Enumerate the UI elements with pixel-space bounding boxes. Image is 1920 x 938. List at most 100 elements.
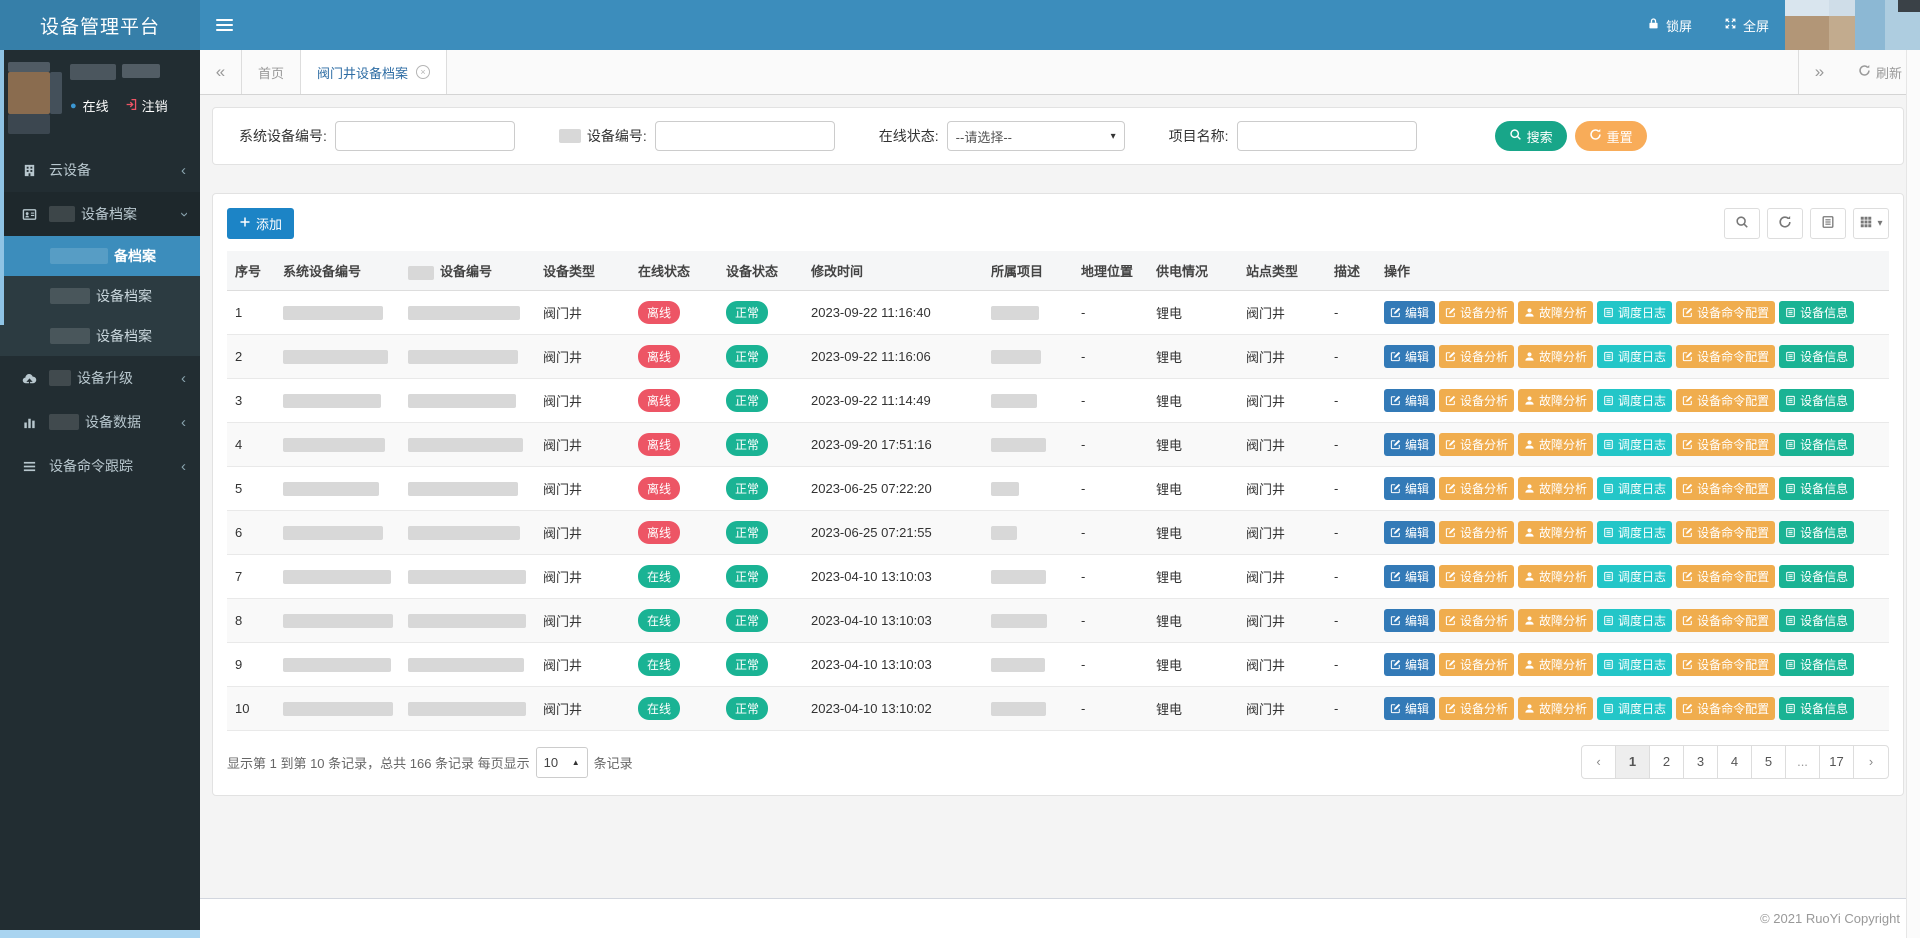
device-info-button[interactable]: 设备信息 bbox=[1779, 653, 1854, 676]
hamburger-menu-button[interactable] bbox=[200, 0, 248, 50]
device-info-button[interactable]: 设备信息 bbox=[1779, 389, 1854, 412]
tab-active[interactable]: 阀门井设备档案× bbox=[301, 50, 447, 94]
dispatch-log-button[interactable]: 调度日志 bbox=[1597, 697, 1672, 720]
table-columns-button[interactable]: ▾ bbox=[1853, 208, 1889, 239]
device-info-button[interactable]: 设备信息 bbox=[1779, 521, 1854, 544]
device-command-config-button[interactable]: 设备命令配置 bbox=[1676, 477, 1775, 500]
table-refresh-button[interactable] bbox=[1767, 208, 1803, 239]
device-command-config-button[interactable]: 设备命令配置 bbox=[1676, 345, 1775, 368]
device-analysis-button[interactable]: 设备分析 bbox=[1439, 477, 1514, 500]
page-size-select[interactable]: 10 ▲ bbox=[536, 747, 588, 778]
search-button[interactable]: 搜索 bbox=[1495, 121, 1567, 151]
dispatch-log-button[interactable]: 调度日志 bbox=[1597, 609, 1672, 632]
edit-button[interactable]: 编辑 bbox=[1384, 609, 1435, 632]
tab-home[interactable]: 首页 bbox=[242, 50, 301, 94]
edit-button[interactable]: 编辑 bbox=[1384, 345, 1435, 368]
add-button[interactable]: 添加 bbox=[227, 208, 294, 239]
fault-analysis-button[interactable]: 故障分析 bbox=[1518, 345, 1593, 368]
dispatch-log-button[interactable]: 调度日志 bbox=[1597, 477, 1672, 500]
sidebar-item-device-data[interactable]: 设备数据‹ bbox=[0, 400, 200, 444]
sidebar-subitem[interactable]: 设备档案 bbox=[0, 276, 200, 316]
dispatch-log-button[interactable]: 调度日志 bbox=[1597, 301, 1672, 324]
device-command-config-button[interactable]: 设备命令配置 bbox=[1676, 565, 1775, 588]
fault-analysis-button[interactable]: 故障分析 bbox=[1518, 301, 1593, 324]
device-command-config-button[interactable]: 设备命令配置 bbox=[1676, 653, 1775, 676]
pager-page-4[interactable]: 4 bbox=[1718, 746, 1752, 778]
reset-button[interactable]: 重置 bbox=[1575, 121, 1647, 151]
dispatch-log-button[interactable]: 调度日志 bbox=[1597, 345, 1672, 368]
edit-button[interactable]: 编辑 bbox=[1384, 477, 1435, 500]
logout-button[interactable]: 注销 bbox=[125, 96, 168, 115]
device-command-config-button[interactable]: 设备命令配置 bbox=[1676, 433, 1775, 456]
device-info-button[interactable]: 设备信息 bbox=[1779, 433, 1854, 456]
device-analysis-button[interactable]: 设备分析 bbox=[1439, 565, 1514, 588]
user-avatar-redacted[interactable] bbox=[1785, 0, 1920, 50]
pager-page-2[interactable]: 2 bbox=[1650, 746, 1684, 778]
device-analysis-button[interactable]: 设备分析 bbox=[1439, 609, 1514, 632]
sidebar-subitem[interactable]: 设备档案 bbox=[0, 316, 200, 356]
system-device-code-input[interactable] bbox=[335, 121, 515, 151]
table-view-toggle-button[interactable] bbox=[1810, 208, 1846, 239]
sidebar-subitem-active[interactable]: 备档案 bbox=[0, 236, 200, 276]
fault-analysis-button[interactable]: 故障分析 bbox=[1518, 609, 1593, 632]
device-info-button[interactable]: 设备信息 bbox=[1779, 609, 1854, 632]
tab-close-icon[interactable]: × bbox=[416, 65, 430, 79]
pager-page-17[interactable]: 17 bbox=[1820, 746, 1854, 778]
dispatch-log-button[interactable]: 调度日志 bbox=[1597, 433, 1672, 456]
sidebar-horizontal-scrollbar[interactable] bbox=[0, 930, 200, 938]
device-command-config-button[interactable]: 设备命令配置 bbox=[1676, 389, 1775, 412]
device-info-button[interactable]: 设备信息 bbox=[1779, 565, 1854, 588]
edit-button[interactable]: 编辑 bbox=[1384, 521, 1435, 544]
device-info-button[interactable]: 设备信息 bbox=[1779, 697, 1854, 720]
device-command-config-button[interactable]: 设备命令配置 bbox=[1676, 609, 1775, 632]
dispatch-log-button[interactable]: 调度日志 bbox=[1597, 653, 1672, 676]
fault-analysis-button[interactable]: 故障分析 bbox=[1518, 389, 1593, 412]
fault-analysis-button[interactable]: 故障分析 bbox=[1518, 653, 1593, 676]
sidebar-item-cloud-device[interactable]: 云设备‹ bbox=[0, 148, 200, 192]
sidebar-item-device-upgrade[interactable]: 设备升级‹ bbox=[0, 356, 200, 400]
fault-analysis-button[interactable]: 故障分析 bbox=[1518, 565, 1593, 588]
dispatch-log-button[interactable]: 调度日志 bbox=[1597, 521, 1672, 544]
dispatch-log-button[interactable]: 调度日志 bbox=[1597, 389, 1672, 412]
fault-analysis-button[interactable]: 故障分析 bbox=[1518, 433, 1593, 456]
device-analysis-button[interactable]: 设备分析 bbox=[1439, 697, 1514, 720]
device-analysis-button[interactable]: 设备分析 bbox=[1439, 301, 1514, 324]
device-info-button[interactable]: 设备信息 bbox=[1779, 345, 1854, 368]
dispatch-log-button[interactable]: 调度日志 bbox=[1597, 565, 1672, 588]
device-analysis-button[interactable]: 设备分析 bbox=[1439, 433, 1514, 456]
online-status-select[interactable]: --请选择--▾ bbox=[947, 121, 1125, 151]
sidebar-item-device-archive[interactable]: 设备档案‹ bbox=[0, 192, 200, 236]
device-analysis-button[interactable]: 设备分析 bbox=[1439, 653, 1514, 676]
pager-page-5[interactable]: 5 bbox=[1752, 746, 1786, 778]
sidebar-item-device-command-trace[interactable]: 设备命令跟踪‹ bbox=[0, 444, 200, 488]
pager-page-3[interactable]: 3 bbox=[1684, 746, 1718, 778]
fullscreen-button[interactable]: 全屏 bbox=[1708, 0, 1785, 50]
edit-button[interactable]: 编辑 bbox=[1384, 565, 1435, 588]
device-analysis-button[interactable]: 设备分析 bbox=[1439, 521, 1514, 544]
pager-prev-button[interactable]: ‹ bbox=[1582, 746, 1616, 778]
edit-button[interactable]: 编辑 bbox=[1384, 433, 1435, 456]
page-scrollbar[interactable] bbox=[1906, 50, 1920, 938]
fault-analysis-button[interactable]: 故障分析 bbox=[1518, 477, 1593, 500]
device-info-button[interactable]: 设备信息 bbox=[1779, 301, 1854, 324]
edit-button[interactable]: 编辑 bbox=[1384, 301, 1435, 324]
fault-analysis-button[interactable]: 故障分析 bbox=[1518, 697, 1593, 720]
table-search-toggle-button[interactable] bbox=[1724, 208, 1760, 239]
device-command-config-button[interactable]: 设备命令配置 bbox=[1676, 521, 1775, 544]
pager-next-button[interactable]: › bbox=[1854, 746, 1888, 778]
device-info-button[interactable]: 设备信息 bbox=[1779, 477, 1854, 500]
device-command-config-button[interactable]: 设备命令配置 bbox=[1676, 301, 1775, 324]
lock-screen-button[interactable]: 锁屏 bbox=[1631, 0, 1708, 50]
device-command-config-button[interactable]: 设备命令配置 bbox=[1676, 697, 1775, 720]
sidebar-vertical-scrollbar[interactable] bbox=[0, 50, 4, 325]
project-name-input[interactable] bbox=[1237, 121, 1417, 151]
pager-page-1[interactable]: 1 bbox=[1616, 746, 1650, 778]
edit-button[interactable]: 编辑 bbox=[1384, 697, 1435, 720]
device-code-input[interactable] bbox=[655, 121, 835, 151]
edit-button[interactable]: 编辑 bbox=[1384, 389, 1435, 412]
fault-analysis-button[interactable]: 故障分析 bbox=[1518, 521, 1593, 544]
edit-button[interactable]: 编辑 bbox=[1384, 653, 1435, 676]
tabs-scroll-right-button[interactable]: » bbox=[1798, 50, 1840, 94]
device-analysis-button[interactable]: 设备分析 bbox=[1439, 345, 1514, 368]
device-analysis-button[interactable]: 设备分析 bbox=[1439, 389, 1514, 412]
